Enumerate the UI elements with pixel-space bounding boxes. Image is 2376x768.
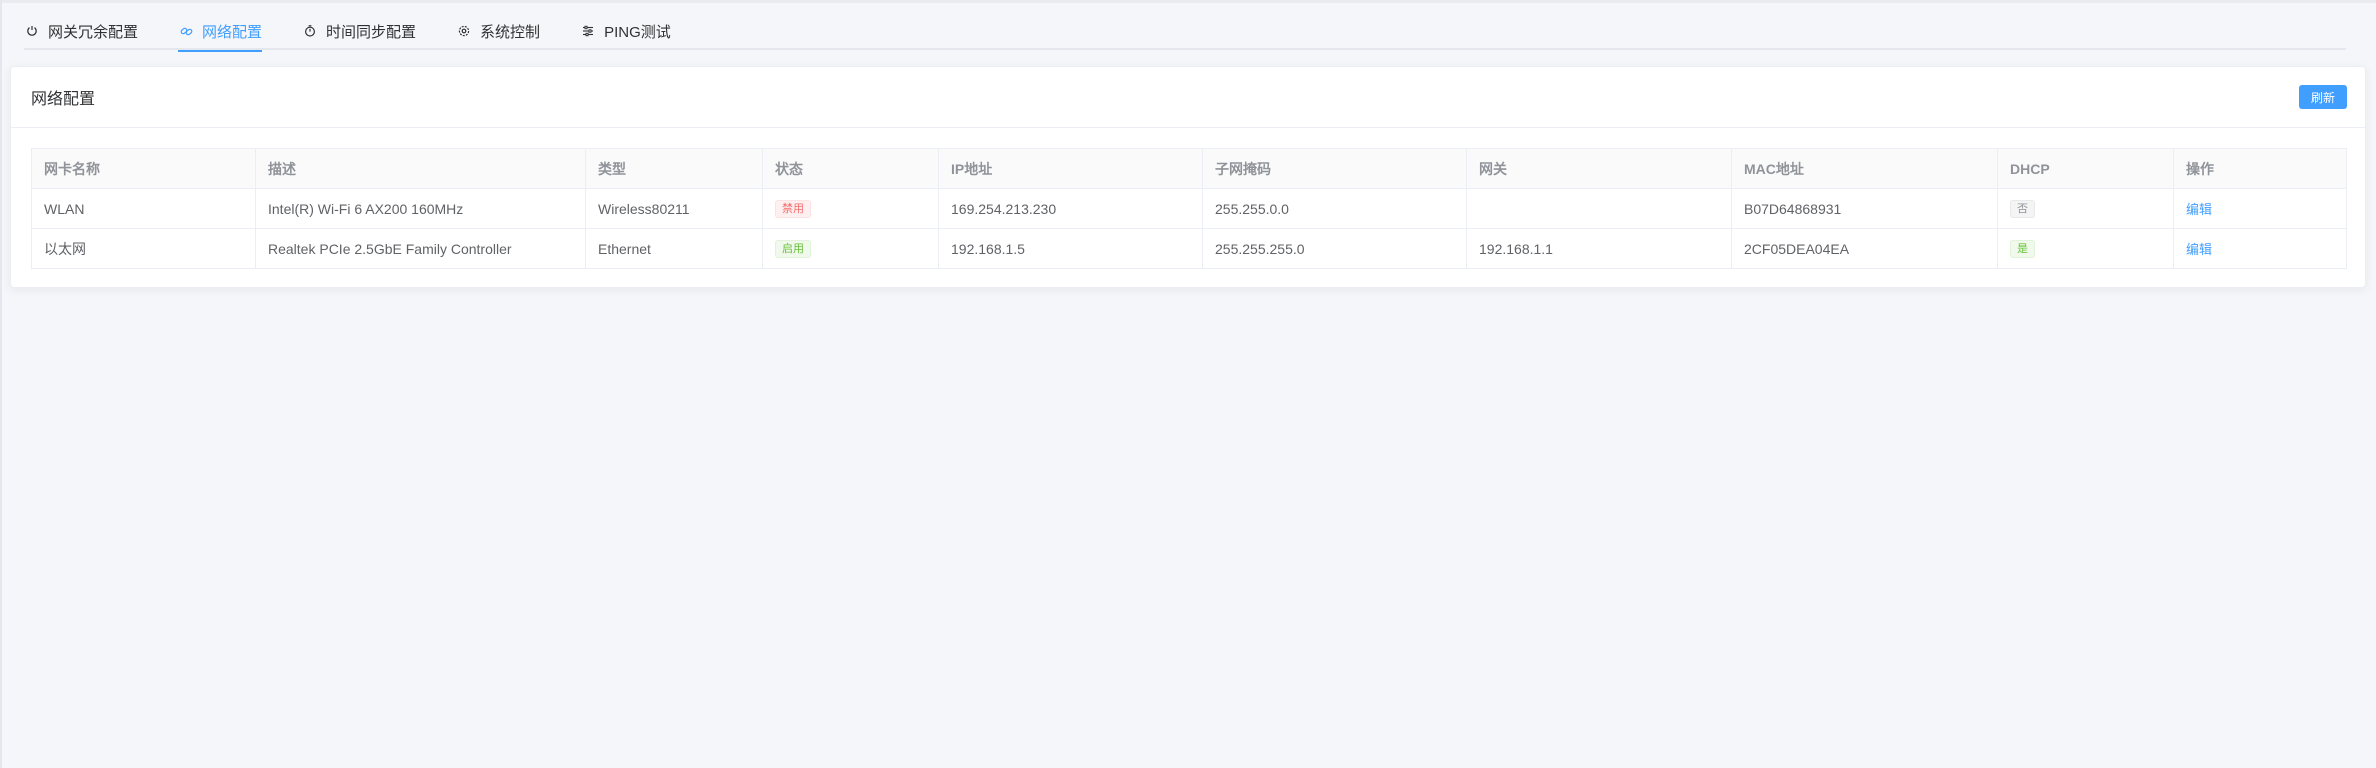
column-header[interactable]: IP地址 xyxy=(938,148,1203,189)
left-border xyxy=(0,0,2,768)
subnet-mask: 255.255.255.0 xyxy=(1202,228,1467,269)
tab-gateway-redundancy[interactable]: 网关冗余配置 xyxy=(24,12,138,50)
column-header[interactable]: MAC地址 xyxy=(1731,148,1998,189)
gear-icon xyxy=(456,23,472,39)
column-header[interactable]: 描述 xyxy=(255,148,586,189)
tab-network-config[interactable]: 网络配置 xyxy=(178,12,263,52)
column-header[interactable]: 操作 xyxy=(2173,148,2347,189)
adapter-description: Realtek PCIe 2.5GbE Family Controller xyxy=(255,228,586,269)
tab-time-sync[interactable]: 时间同步配置 xyxy=(302,12,416,50)
column-header[interactable]: 类型 xyxy=(585,148,763,189)
ip-address: 169.254.213.230 xyxy=(938,188,1203,229)
column-header[interactable]: 状态 xyxy=(762,148,939,189)
network-config-card: 网络配置 刷新 网卡名称 描述 类型 状态 IP地址 子网掩码 网关 MAC地址 xyxy=(10,66,2366,288)
dhcp-cell: 否 xyxy=(1997,188,2174,229)
tab-label: PING测试 xyxy=(604,23,671,41)
action-cell: 编辑 xyxy=(2173,228,2347,269)
column-header[interactable]: DHCP xyxy=(1997,148,2174,189)
table-row[interactable]: WLAN Intel(R) Wi-Fi 6 AX200 160MHz Wirel… xyxy=(31,188,2347,229)
dhcp-badge: 是 xyxy=(2010,240,2035,258)
sliders-icon xyxy=(580,23,596,39)
edit-link[interactable]: 编辑 xyxy=(2186,202,2212,217)
ip-address: 192.168.1.5 xyxy=(938,228,1203,269)
tab-bar: 网关冗余配置 网络配置 时间同步配置 系统控制 PING测试 xyxy=(24,12,2346,52)
dhcp-cell: 是 xyxy=(1997,228,2174,269)
status-badge: 禁用 xyxy=(775,200,811,218)
adapter-name: 以太网 xyxy=(31,228,256,269)
dhcp-badge: 否 xyxy=(2010,200,2035,218)
subnet-mask: 255.255.0.0 xyxy=(1202,188,1467,229)
edit-link[interactable]: 编辑 xyxy=(2186,242,2212,257)
status-cell: 禁用 xyxy=(762,188,939,229)
adapter-description: Intel(R) Wi-Fi 6 AX200 160MHz xyxy=(255,188,586,229)
power-icon xyxy=(24,23,40,39)
column-header[interactable]: 网关 xyxy=(1466,148,1732,189)
card-header: 网络配置 刷新 xyxy=(11,67,2365,128)
table-row[interactable]: 以太网 Realtek PCIe 2.5GbE Family Controlle… xyxy=(31,228,2347,269)
gateway xyxy=(1466,188,1732,229)
status-cell: 启用 xyxy=(762,228,939,269)
card-title: 网络配置 xyxy=(31,91,96,108)
timer-icon xyxy=(302,23,318,39)
tab-ping-test[interactable]: PING测试 xyxy=(580,12,671,50)
column-header[interactable]: 子网掩码 xyxy=(1202,148,1467,189)
link-icon xyxy=(178,23,194,39)
action-cell: 编辑 xyxy=(2173,188,2347,229)
tab-label: 时间同步配置 xyxy=(326,23,417,41)
column-header[interactable]: 网卡名称 xyxy=(31,148,256,189)
adapter-name: WLAN xyxy=(31,188,256,229)
adapter-type: Ethernet xyxy=(585,228,763,269)
tab-system-control[interactable]: 系统控制 xyxy=(456,12,540,50)
network-adapter-table: 网卡名称 描述 类型 状态 IP地址 子网掩码 网关 MAC地址 DHCP 操作… xyxy=(31,148,2347,269)
status-badge: 启用 xyxy=(775,240,811,258)
gateway: 192.168.1.1 xyxy=(1466,228,1732,269)
top-border xyxy=(0,0,2376,3)
refresh-button[interactable]: 刷新 xyxy=(2299,85,2347,109)
table-header-row: 网卡名称 描述 类型 状态 IP地址 子网掩码 网关 MAC地址 DHCP 操作 xyxy=(31,148,2347,189)
tab-label: 网关冗余配置 xyxy=(48,23,139,41)
tab-label: 网络配置 xyxy=(202,23,263,41)
adapter-type: Wireless80211 xyxy=(585,188,763,229)
tab-label: 系统控制 xyxy=(480,23,541,41)
mac-address: B07D64868931 xyxy=(1731,188,1998,229)
mac-address: 2CF05DEA04EA xyxy=(1731,228,1998,269)
